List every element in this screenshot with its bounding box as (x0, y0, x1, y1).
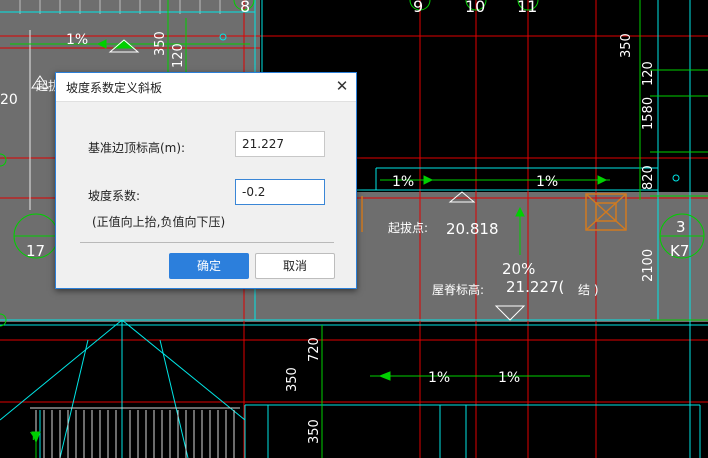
base-elevation-label: 基准边顶标高(m): (88, 141, 186, 155)
base-elevation-input[interactable] (235, 131, 325, 157)
slope-label: 1% (428, 370, 450, 386)
dim-label: 2100 (641, 249, 656, 282)
start-point-label: 起拔点: (388, 220, 428, 235)
dim-label: 350 (153, 31, 168, 56)
grid-label-10: 10 (465, 0, 485, 16)
cancel-button[interactable]: 取消 (255, 253, 335, 279)
grid-label-11: 11 (517, 0, 537, 16)
axis-label-k7: K7 (670, 242, 689, 260)
slope-coefficient-dialog: 坡度系数定义斜板 ✕ 基准边顶标高(m): 坡度系数: (正值向上抬,负值向下压… (55, 72, 357, 289)
roof-elevation-value: 21.227( (506, 278, 564, 296)
dialog-title: 坡度系数定义斜板 (66, 81, 163, 95)
roof-elevation-suffix: 结 ) (578, 283, 599, 297)
dim-label: 350 (307, 419, 322, 444)
slope-coefficient-input[interactable] (235, 179, 325, 205)
ok-button[interactable]: 确定 (169, 253, 249, 279)
dim-label: 350 (619, 33, 634, 58)
dim-label: 1580 (641, 97, 656, 130)
dialog-titlebar[interactable]: 坡度系数定义斜板 ✕ (56, 73, 356, 102)
dim-label: 720 (307, 337, 322, 362)
start-elevation: 20.818 (446, 220, 499, 238)
slope-label: 1% (66, 32, 88, 48)
slope-label: 1% (498, 370, 520, 386)
axis-label-3: 3 (676, 218, 686, 236)
roof-elevation-label: 屋脊标高: (432, 282, 484, 297)
slope-hint: (正值向上抬,负值向下压) (92, 215, 226, 229)
grid-label-9: 9 (413, 0, 423, 16)
left-dim-label: 20 (0, 92, 18, 108)
axis-label-17: 17 (26, 242, 45, 260)
dim-label: 820 (641, 165, 656, 190)
dim-label: 350 (285, 367, 300, 392)
slope-label: 1% (392, 174, 414, 190)
close-icon[interactable]: ✕ (330, 75, 354, 97)
slope-label: 1% (536, 174, 558, 190)
slope-coefficient-label: 坡度系数: (88, 189, 141, 203)
dim-label: 120 (171, 43, 186, 68)
y-axis-label: Y (29, 430, 37, 443)
percent-label: 20% (502, 260, 535, 278)
grid-label-8: 8 (240, 0, 250, 16)
dialog-separator (80, 242, 334, 243)
dim-label: 120 (641, 61, 656, 86)
